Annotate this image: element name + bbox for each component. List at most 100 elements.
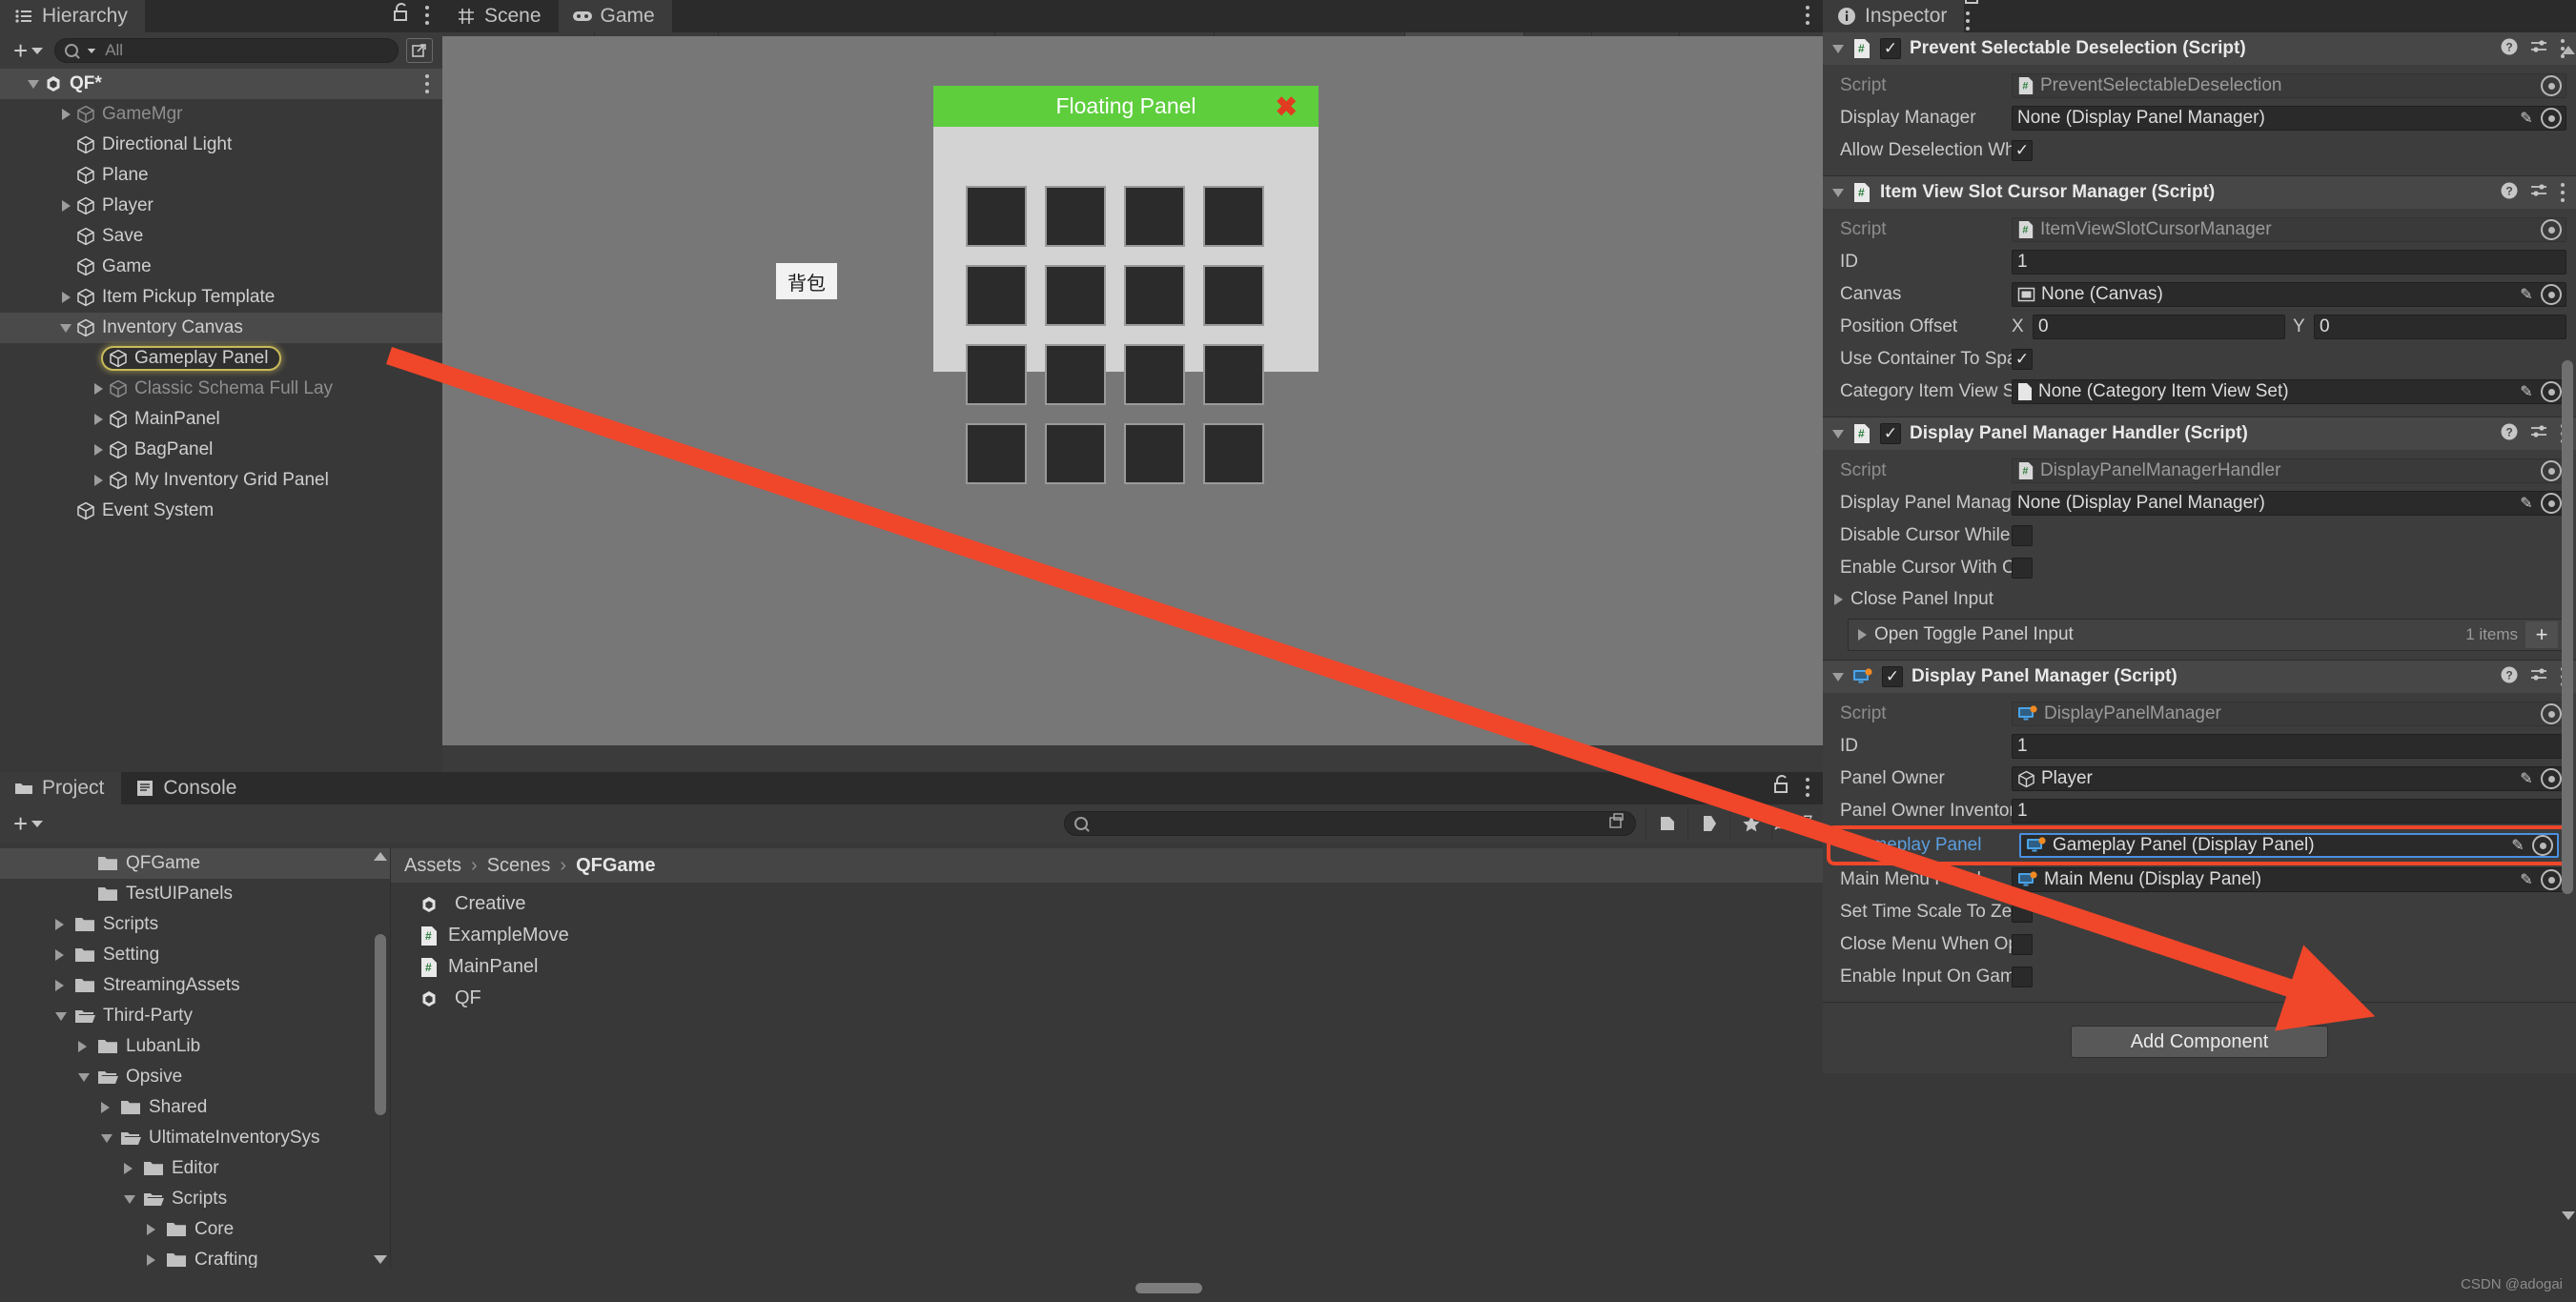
- inspector-object-field[interactable]: DisplayPanelManager: [2012, 702, 2566, 726]
- project-folder-item[interactable]: Third-Party: [0, 1001, 390, 1031]
- chevron-right-icon[interactable]: [147, 1254, 155, 1266]
- inspector-object-field[interactable]: None (Display Panel Manager) ✎: [2012, 491, 2566, 516]
- scroll-up-arrow-icon[interactable]: [374, 852, 387, 861]
- chevron-right-icon[interactable]: [93, 383, 103, 395]
- project-folder-item[interactable]: Core: [0, 1214, 390, 1245]
- project-search-input[interactable]: [1064, 811, 1636, 836]
- inspector-menu-icon[interactable]: [1964, 10, 1972, 32]
- object-picker-icon[interactable]: [2541, 219, 2562, 240]
- chevron-down-icon[interactable]: [1832, 188, 1844, 197]
- chevron-right-icon[interactable]: [93, 414, 103, 425]
- tab-project[interactable]: Project: [0, 772, 122, 804]
- project-folder-item[interactable]: Crafting: [0, 1245, 390, 1268]
- chevron-right-icon[interactable]: [55, 949, 64, 961]
- component-header[interactable]: # ✓ Display Panel Manager Handler (Script)…: [1823, 417, 2576, 450]
- chevron-right-icon[interactable]: [1858, 629, 1867, 641]
- project-folder-item[interactable]: TestUIPanels: [0, 879, 390, 909]
- hierarchy-menu-icon[interactable]: [423, 4, 431, 27]
- breadcrumb-item[interactable]: Scenes: [487, 855, 551, 877]
- chevron-right-icon[interactable]: [147, 1224, 155, 1235]
- hierarchy-open-in-new-icon[interactable]: [406, 38, 433, 63]
- project-folder-item[interactable]: Opsive: [0, 1062, 390, 1092]
- help-icon[interactable]: ?: [2500, 181, 2519, 205]
- hierarchy-item[interactable]: My Inventory Grid Panel: [0, 465, 442, 496]
- project-hscroll-thumb[interactable]: [1135, 1283, 1203, 1293]
- game-render-area[interactable]: Floating Panel ✖ 背包: [442, 36, 1823, 745]
- object-picker-icon[interactable]: [2532, 835, 2553, 856]
- hierarchy-item[interactable]: Directional Light: [0, 130, 442, 160]
- hierarchy-item[interactable]: Player: [0, 191, 442, 221]
- expand-toggle[interactable]: [55, 323, 76, 333]
- chevron-right-icon[interactable]: [61, 109, 71, 120]
- tab-scene[interactable]: Scene: [442, 0, 559, 32]
- object-picker-icon[interactable]: [2541, 284, 2562, 305]
- component-header[interactable]: # ✓ Prevent Selectable Deselection (Script…: [1823, 32, 2576, 65]
- scroll-up-arrow-icon[interactable]: [2562, 46, 2575, 54]
- project-folder-item[interactable]: Shared: [0, 1092, 390, 1123]
- inspector-object-field[interactable]: # ItemViewSlotCursorManager: [2012, 217, 2566, 242]
- inventory-slot[interactable]: [1203, 265, 1264, 326]
- inspector-components[interactable]: # ✓ Prevent Selectable Deselection (Script…: [1823, 32, 2576, 1302]
- project-file-item[interactable]: Creative: [391, 888, 1823, 920]
- inventory-slot[interactable]: [1203, 423, 1264, 484]
- chevron-right-icon[interactable]: [61, 200, 71, 212]
- inspector-object-field[interactable]: Player ✎: [2012, 766, 2566, 791]
- inventory-slot[interactable]: [966, 265, 1027, 326]
- object-picker-icon[interactable]: [2541, 768, 2562, 789]
- chevron-down-icon[interactable]: [78, 1072, 90, 1082]
- chevron-right-icon[interactable]: [93, 444, 103, 456]
- component-enabled-checkbox[interactable]: ✓: [1882, 666, 1903, 687]
- expand-toggle[interactable]: [88, 475, 109, 486]
- chevron-down-icon[interactable]: [60, 323, 72, 333]
- hierarchy-item[interactable]: Inventory Canvas: [0, 313, 442, 343]
- hierarchy-item[interactable]: Event System: [0, 496, 442, 526]
- project-add-button[interactable]: +: [10, 811, 47, 836]
- inventory-slot[interactable]: [1124, 423, 1185, 484]
- inspector-scrollbar[interactable]: [2562, 46, 2575, 1266]
- chevron-right-icon[interactable]: [101, 1102, 110, 1113]
- inventory-slot[interactable]: [1203, 344, 1264, 405]
- package-filter-icon[interactable]: [1646, 807, 1687, 840]
- inspector-object-field[interactable]: Main Menu (Display Panel) ✎: [2012, 867, 2566, 892]
- inspector-checkbox[interactable]: ✓: [2012, 140, 2033, 161]
- hierarchy-item[interactable]: GameMgr: [0, 99, 442, 130]
- lock-icon[interactable]: [1773, 775, 1790, 799]
- chevron-right-icon[interactable]: [55, 980, 64, 991]
- add-component-button[interactable]: Add Component: [2071, 1026, 2328, 1058]
- project-folder-item[interactable]: UltimateInventorySys: [0, 1123, 390, 1153]
- inventory-slot[interactable]: [1124, 186, 1185, 247]
- inspector-object-field[interactable]: None (Display Panel Manager) ✎: [2012, 106, 2566, 131]
- project-folder-item[interactable]: Scripts: [0, 909, 390, 940]
- object-picker-icon[interactable]: [2541, 381, 2562, 402]
- add-item-button[interactable]: +: [2525, 621, 2558, 648]
- inventory-slot[interactable]: [1124, 265, 1185, 326]
- chevron-right-icon[interactable]: [93, 475, 103, 486]
- component-enabled-checkbox[interactable]: ✓: [1880, 423, 1901, 444]
- edit-pencil-icon[interactable]: ✎: [2518, 382, 2535, 401]
- edit-pencil-icon[interactable]: ✎: [2518, 109, 2535, 128]
- component-header[interactable]: ✓ Display Panel Manager (Script)?: [1823, 661, 2576, 693]
- label-filter-icon[interactable]: [1687, 807, 1729, 840]
- object-picker-icon[interactable]: [2541, 108, 2562, 129]
- expand-toggle[interactable]: [88, 383, 109, 395]
- vector-y-input[interactable]: 0: [2314, 315, 2566, 339]
- expand-toggle[interactable]: [55, 200, 76, 212]
- object-picker-icon[interactable]: [2541, 869, 2562, 890]
- project-folder-selected[interactable]: QFGame: [0, 848, 390, 879]
- vector-x-input[interactable]: 0: [2033, 315, 2285, 339]
- project-file-item[interactable]: # MainPanel: [391, 951, 1823, 983]
- preset-icon[interactable]: [2529, 665, 2548, 689]
- inspector-text-input[interactable]: 1: [2012, 250, 2566, 275]
- edit-pencil-icon[interactable]: ✎: [2518, 285, 2535, 304]
- scroll-down-arrow-icon[interactable]: [374, 1255, 387, 1264]
- chevron-right-icon[interactable]: [124, 1163, 133, 1174]
- inspector-text-input[interactable]: 1: [2012, 734, 2566, 759]
- edit-pencil-icon[interactable]: ✎: [2518, 769, 2535, 788]
- inspector-text-input[interactable]: 1: [2012, 799, 2566, 824]
- inspector-object-field[interactable]: None (Category Item View Set) ✎: [2012, 379, 2566, 404]
- inspector-scroll-thumb[interactable]: [2562, 360, 2573, 894]
- inspector-checkbox[interactable]: ✓: [2012, 349, 2033, 370]
- preset-icon[interactable]: [2529, 181, 2548, 205]
- object-picker-icon[interactable]: [2541, 493, 2562, 514]
- project-file-list[interactable]: Creative # ExampleMove # MainPanel QF: [391, 883, 1823, 1268]
